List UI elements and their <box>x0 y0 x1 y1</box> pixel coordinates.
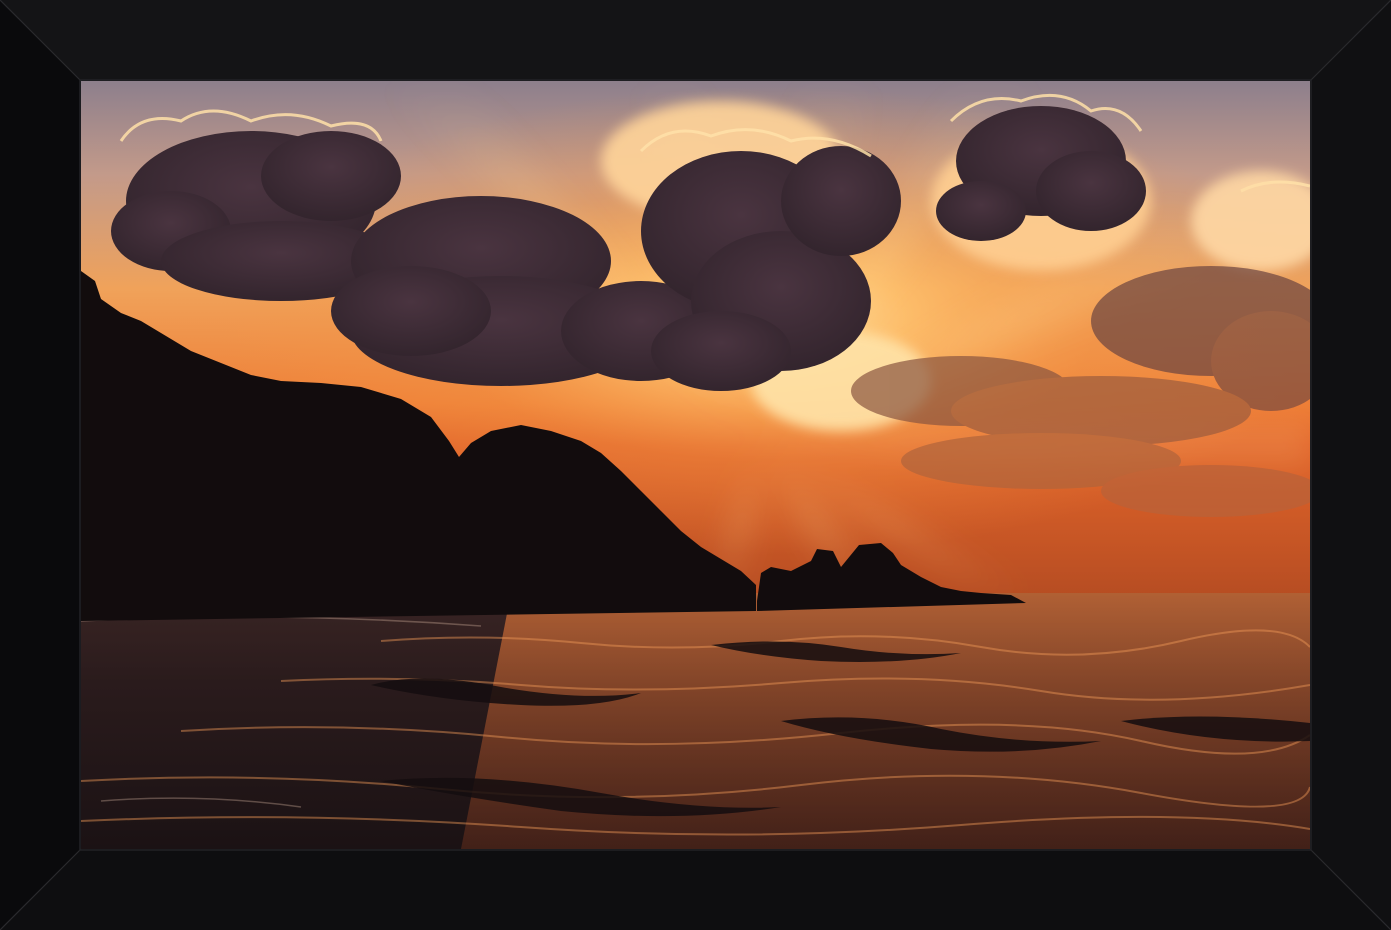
sunset-photo <box>81 81 1310 849</box>
framed-picture <box>0 0 1391 930</box>
sea <box>81 593 1310 849</box>
